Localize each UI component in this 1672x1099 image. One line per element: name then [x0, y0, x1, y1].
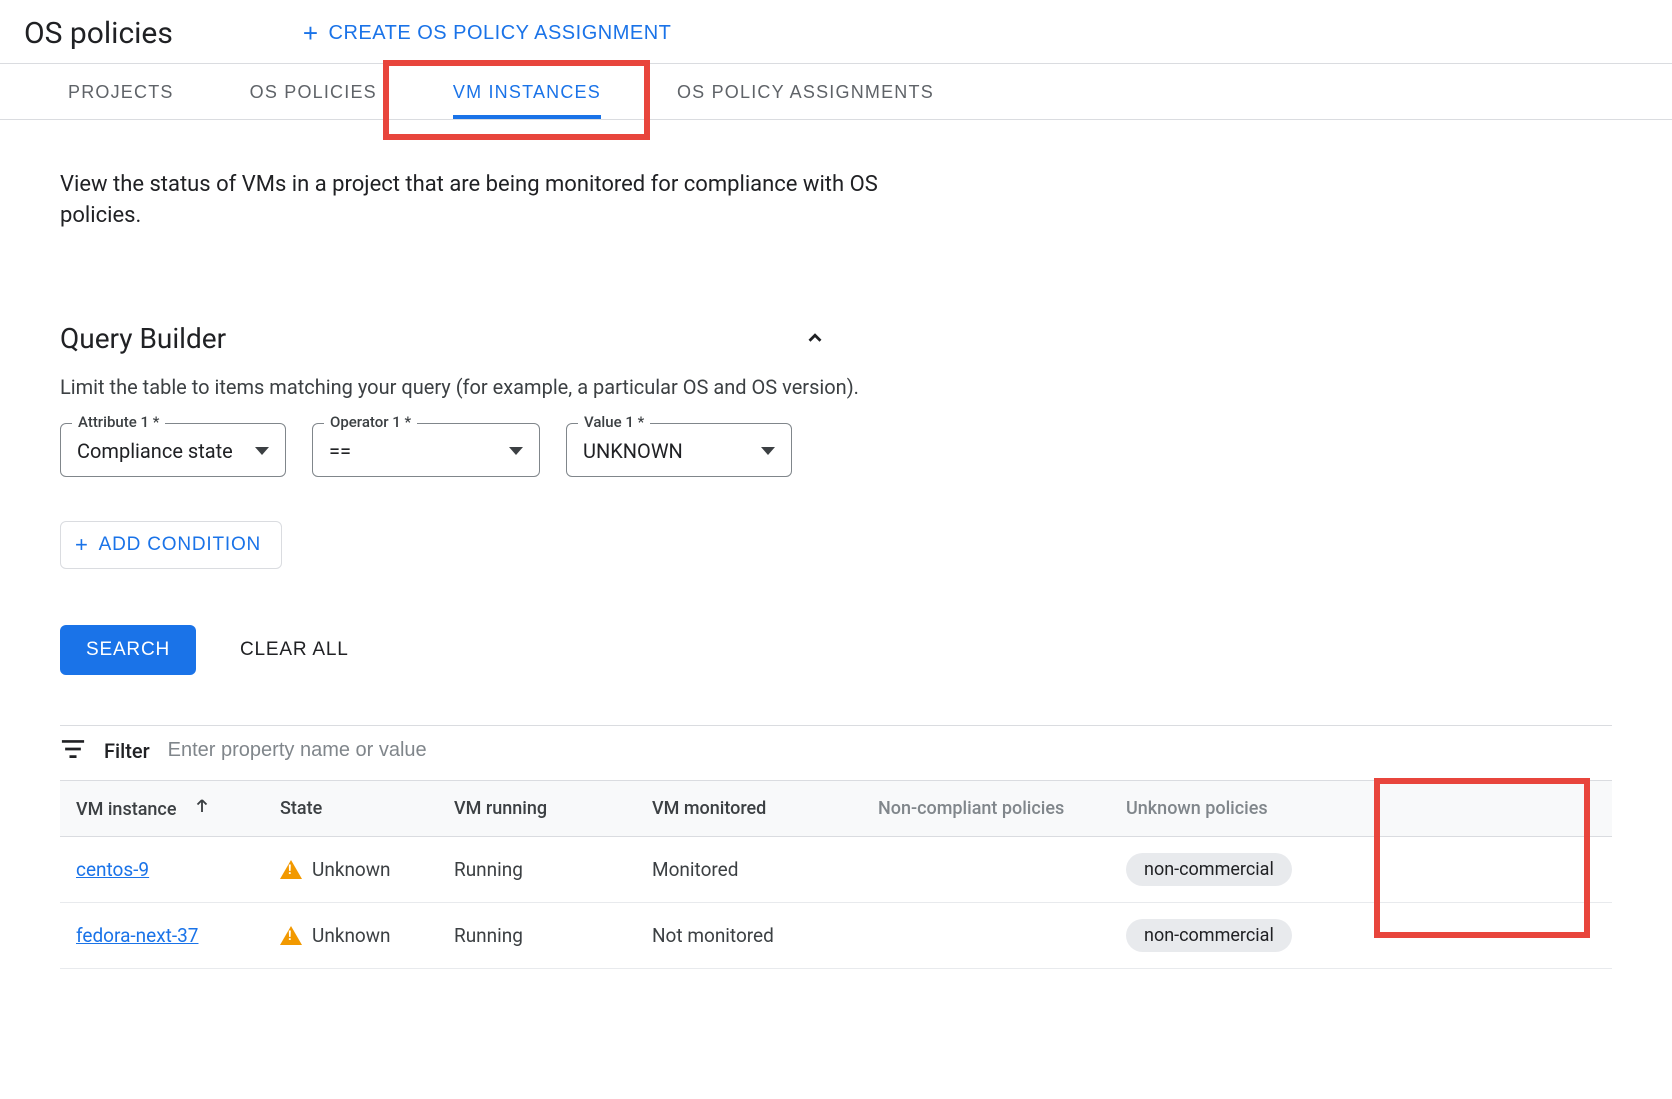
- vm-instances-table: VM instance State VM running VM monitore…: [60, 780, 1612, 969]
- attribute-label: Attribute 1 *: [72, 413, 165, 431]
- query-builder-subtitle: Limit the table to items matching your q…: [60, 375, 1612, 399]
- value-value: UNKNOWN: [583, 439, 683, 463]
- page-title: OS policies: [24, 16, 173, 51]
- value-select[interactable]: UNKNOWN: [566, 423, 792, 477]
- col-vm-instance[interactable]: VM instance: [60, 780, 280, 836]
- filter-label: Filter: [104, 739, 150, 763]
- warning-icon: [280, 860, 302, 879]
- running-cell: Running: [454, 836, 652, 902]
- vm-instance-link[interactable]: centos-9: [76, 858, 149, 881]
- query-builder-title: Query Builder: [60, 322, 226, 355]
- sort-ascending-icon: [193, 797, 211, 820]
- non-compliant-cell: [878, 902, 1126, 968]
- col-non-compliant[interactable]: Non-compliant policies: [878, 780, 1126, 836]
- caret-down-icon: [255, 447, 269, 455]
- clear-all-button[interactable]: CLEAR ALL: [240, 639, 349, 661]
- tabs-bar: PROJECTS OS POLICIES VM INSTANCES OS POL…: [0, 63, 1672, 120]
- operator-label: Operator 1 *: [324, 413, 417, 431]
- caret-down-icon: [509, 447, 523, 455]
- table-row: fedora-next-37 Unknown Running Not monit…: [60, 902, 1612, 968]
- tab-os-policy-assignments[interactable]: OS POLICY ASSIGNMENTS: [669, 64, 942, 119]
- attribute-select[interactable]: Compliance state: [60, 423, 286, 477]
- col-vm-running[interactable]: VM running: [454, 780, 652, 836]
- operator-select[interactable]: ==: [312, 423, 540, 477]
- monitored-cell: Not monitored: [652, 902, 878, 968]
- collapse-query-builder-toggle[interactable]: [800, 323, 830, 353]
- create-button-label: CREATE OS POLICY ASSIGNMENT: [329, 22, 672, 45]
- tab-vm-instances[interactable]: VM INSTANCES: [445, 64, 609, 119]
- non-compliant-cell: [878, 836, 1126, 902]
- col-vm-instance-label: VM instance: [76, 799, 176, 820]
- tab-projects[interactable]: PROJECTS: [60, 64, 182, 119]
- tab-os-policies[interactable]: OS POLICIES: [242, 64, 385, 119]
- filter-icon: [60, 736, 86, 766]
- create-os-policy-assignment-button[interactable]: + CREATE OS POLICY ASSIGNMENT: [303, 18, 672, 49]
- vm-instance-link[interactable]: fedora-next-37: [76, 924, 198, 947]
- plus-icon: +: [75, 532, 89, 558]
- value-label: Value 1 *: [578, 413, 650, 431]
- add-condition-label: ADD CONDITION: [99, 534, 261, 556]
- table-row: centos-9 Unknown Running Monitored non-c…: [60, 836, 1612, 902]
- attribute-value: Compliance state: [77, 439, 233, 463]
- operator-value: ==: [329, 439, 351, 463]
- search-button[interactable]: SEARCH: [60, 625, 196, 675]
- state-text: Unknown: [312, 924, 391, 947]
- add-condition-button[interactable]: + ADD CONDITION: [60, 521, 282, 569]
- unknown-policy-chip[interactable]: non-commercial: [1126, 919, 1292, 952]
- caret-down-icon: [761, 447, 775, 455]
- state-text: Unknown: [312, 858, 391, 881]
- monitored-cell: Monitored: [652, 836, 878, 902]
- unknown-policy-chip[interactable]: non-commercial: [1126, 853, 1292, 886]
- running-cell: Running: [454, 902, 652, 968]
- warning-icon: [280, 926, 302, 945]
- col-vm-monitored[interactable]: VM monitored: [652, 780, 878, 836]
- col-unknown-policies[interactable]: Unknown policies: [1126, 780, 1612, 836]
- chevron-up-icon: [804, 327, 826, 349]
- filter-input[interactable]: [168, 739, 1612, 762]
- plus-icon: +: [303, 18, 319, 49]
- page-description: View the status of VMs in a project that…: [60, 170, 880, 232]
- col-state[interactable]: State: [280, 780, 454, 836]
